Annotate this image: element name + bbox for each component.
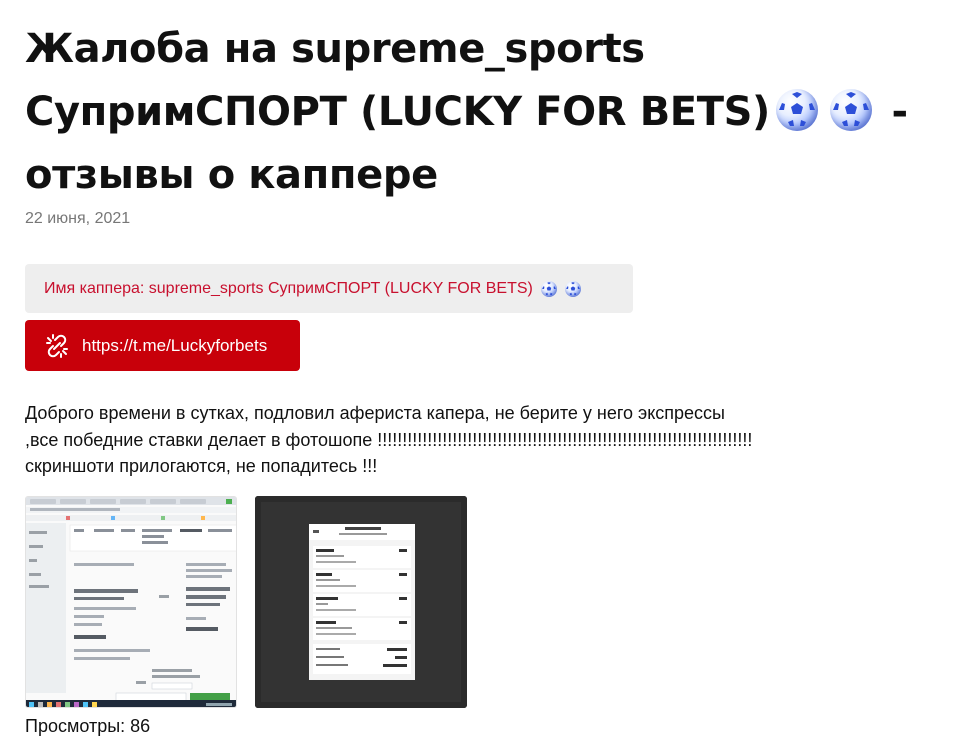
broken-link-icon (44, 333, 70, 359)
capper-name-label: Имя каппера: supreme_sports СупримСПОРТ … (44, 279, 533, 297)
review-line: скриншоти прилогаются, не попадитесь !!! (25, 456, 378, 476)
review-line: Доброго времени в сутках, подловил афери… (25, 403, 725, 423)
capper-name-box: Имя каппера: supreme_sports СупримСПОРТ … (25, 264, 633, 313)
soccer-ball-icon (775, 89, 818, 131)
soccer-ball-icon (564, 280, 581, 297)
soccer-ball-icon (540, 280, 557, 297)
views-counter: Просмотры: 86 (25, 716, 151, 736)
review-text: Доброго времени в сутках, подловил афери… (25, 400, 925, 480)
review-line: ,все победние ставки делает в фотошопе !… (25, 429, 753, 450)
screenshot-thumbnail-payment[interactable] (25, 496, 237, 708)
page-title-text: Жалоба на supreme_sports СупримСПОРТ (LU… (25, 26, 770, 135)
telegram-link-text: https://t.me/Luckyforbets (82, 335, 268, 355)
telegram-link-button[interactable]: https://t.me/Luckyforbets (25, 320, 300, 371)
publish-date: 22 июня, 2021 (25, 210, 131, 227)
screenshot-thumbnail-betslip[interactable] (255, 496, 467, 708)
soccer-ball-icon (829, 89, 872, 131)
top-cropped-text (340, 0, 630, 5)
page-title: Жалоба на supreme_sports СупримСПОРТ (LU… (25, 18, 945, 207)
